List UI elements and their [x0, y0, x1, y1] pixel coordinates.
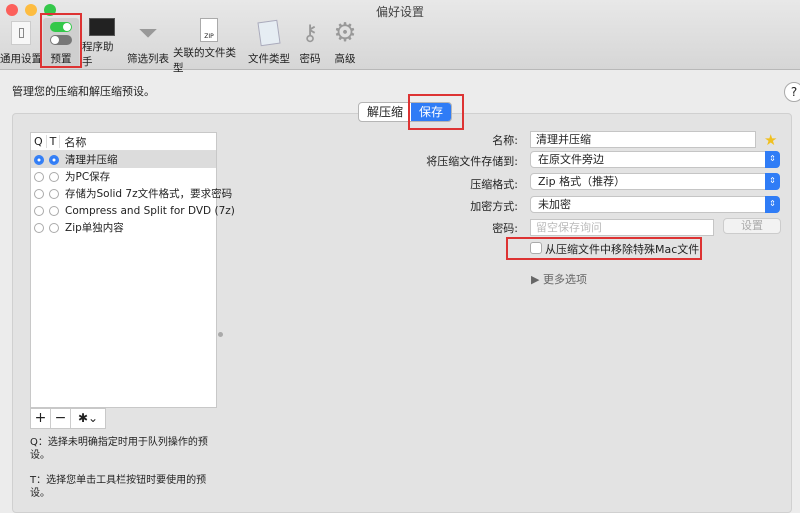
save-to-label: 将压缩文件存储到: — [426, 155, 518, 168]
list-item[interactable]: 清理并压缩 — [31, 151, 216, 168]
tab-label: 程序助手 — [82, 41, 114, 68]
tab-label: 筛选列表 — [127, 53, 169, 65]
column-t[interactable]: T — [47, 135, 61, 148]
q-radio[interactable] — [34, 205, 44, 216]
list-item[interactable]: Zip单独内容 — [31, 219, 216, 236]
password-input[interactable]: 留空保存询问 — [530, 219, 714, 236]
funnel-icon: ⏷ — [138, 19, 158, 47]
tab-label: 关联的文件类型 — [173, 47, 236, 74]
updown-icon: ⇕ — [765, 196, 780, 213]
key-icon: ⚷ — [301, 20, 319, 46]
help-button[interactable]: ? — [784, 82, 800, 102]
tab-label: 文件类型 — [248, 53, 290, 65]
zip-file-icon: ZIP — [194, 18, 224, 42]
t-radio[interactable] — [49, 205, 59, 216]
preset-name: Zip单独内容 — [65, 222, 124, 234]
q-radio[interactable] — [34, 188, 44, 199]
save-to-value: 在原文件旁边 — [538, 153, 604, 166]
segment-extract[interactable]: 解压缩 — [359, 103, 411, 121]
q-radio[interactable] — [34, 171, 44, 182]
list-item[interactable]: Compress and Split for DVD (7z) — [31, 202, 235, 219]
highlight-checkbox — [506, 237, 702, 260]
split-handle[interactable] — [218, 332, 223, 337]
password-label: 密码: — [492, 222, 518, 235]
remove-button[interactable]: − — [51, 409, 71, 428]
name-input[interactable]: 清理并压缩 — [530, 131, 756, 148]
list-buttons: + − ✱⌄ — [30, 408, 106, 429]
tab-file-types[interactable]: 文件类型 — [248, 18, 290, 68]
format-select[interactable]: Zip 格式（推荐） ⇕ — [530, 173, 780, 190]
gear-icon: ⚙ — [333, 18, 357, 48]
preset-name: 为PC保存 — [65, 171, 111, 183]
q-radio[interactable] — [34, 222, 44, 233]
save-to-select[interactable]: 在原文件旁边 ⇕ — [530, 151, 780, 168]
switch-icon — [6, 18, 36, 48]
document-app-icon — [254, 18, 284, 48]
column-name[interactable]: 名称 — [60, 134, 89, 150]
t-radio[interactable] — [49, 188, 59, 199]
list-item[interactable]: 为PC保存 — [31, 168, 216, 185]
add-button[interactable]: + — [31, 409, 51, 428]
star-icon[interactable]: ★ — [764, 131, 777, 149]
tab-advanced[interactable]: ⚙ 高级 — [330, 18, 360, 68]
preset-name: Compress and Split for DVD (7z) — [65, 204, 235, 217]
title-toolbar: 偏好设置 通用设置 预置 程序助手 ⏷ 筛选列表 ZIP 关联的文件类型 文件类… — [0, 0, 800, 74]
tab-filters[interactable]: ⏷ 筛选列表 — [126, 18, 170, 68]
list-header: Q T 名称 — [31, 133, 216, 151]
q-note: Q：选择未明确指定时用于队列操作的预设。 — [30, 437, 208, 461]
updown-icon: ⇕ — [765, 151, 780, 168]
tab-label: 密码 — [299, 53, 321, 65]
intro-text: 管理您的压缩和解压缩预设。 — [12, 85, 155, 98]
terminal-icon — [87, 18, 117, 36]
tab-passwords[interactable]: ⚷ 密码 — [296, 18, 324, 68]
encrypt-label: 加密方式: — [470, 200, 518, 213]
q-radio[interactable] — [34, 154, 44, 165]
gear-menu-button[interactable]: ✱⌄ — [71, 409, 105, 428]
preset-list: Q T 名称 清理并压缩 为PC保存 存储为Solid 7z文件格式，要求密码 … — [30, 132, 235, 408]
highlight-save — [408, 94, 464, 130]
format-label: 压缩格式: — [470, 178, 518, 191]
tab-label: 高级 — [334, 53, 356, 65]
tab-label: 通用设置 — [0, 53, 42, 65]
column-q[interactable]: Q — [31, 135, 47, 148]
encrypt-value: 未加密 — [538, 198, 571, 211]
t-note: T：选择您单击工具栏按钮时要使用的预设。 — [30, 475, 207, 499]
preset-name: 存储为Solid 7z文件格式，要求密码 — [65, 188, 233, 200]
t-radio[interactable] — [49, 222, 59, 233]
tab-general[interactable]: 通用设置 — [0, 18, 42, 68]
encrypt-select[interactable]: 未加密 ⇕ — [530, 196, 780, 213]
updown-icon: ⇕ — [765, 173, 780, 190]
set-password-button[interactable]: 设置 — [723, 218, 781, 234]
more-options-disclosure[interactable]: ▶ 更多选项 — [531, 271, 587, 287]
t-radio[interactable] — [49, 171, 59, 182]
t-radio[interactable] — [49, 154, 59, 165]
list-item[interactable]: 存储为Solid 7z文件格式，要求密码 — [31, 185, 232, 202]
highlight-presets — [40, 13, 82, 68]
format-value: Zip 格式（推荐） — [538, 175, 626, 188]
name-label: 名称: — [492, 134, 518, 147]
preset-name: 清理并压缩 — [65, 154, 118, 166]
tab-helpers[interactable]: 程序助手 — [82, 18, 122, 68]
tab-associated-types[interactable]: ZIP 关联的文件类型 — [173, 18, 245, 74]
